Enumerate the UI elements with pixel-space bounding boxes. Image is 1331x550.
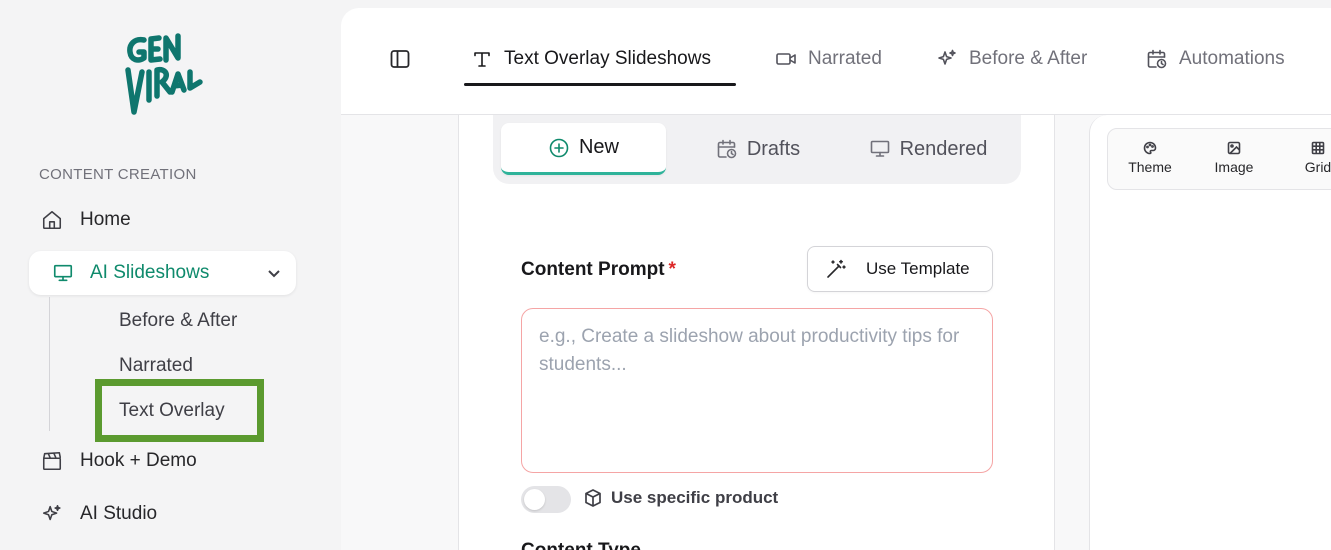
tab-narrated[interactable]: Narrated xyxy=(775,44,882,74)
content-prompt-label-text: Content Prompt xyxy=(521,259,665,280)
active-tab-underline xyxy=(464,83,736,86)
tool-grid[interactable]: Grid xyxy=(1288,141,1331,175)
preview-toolbar: Theme Image Grid xyxy=(1107,128,1331,190)
segment-new[interactable]: New xyxy=(501,123,666,175)
sparkles-icon xyxy=(936,48,958,70)
use-template-button[interactable]: Use Template xyxy=(807,246,993,292)
genviral-logo[interactable] xyxy=(124,30,204,120)
video-icon xyxy=(775,48,797,70)
tool-label: Grid xyxy=(1304,159,1331,175)
tab-automations[interactable]: Automations xyxy=(1146,44,1285,74)
segment-drafts[interactable]: Drafts xyxy=(693,123,823,175)
creation-mode-segmented-control: New Drafts Rendered xyxy=(493,115,1021,184)
sidebar-item-label: AI Slideshows xyxy=(90,262,210,283)
package-icon xyxy=(583,488,603,508)
text-icon xyxy=(471,48,493,70)
use-specific-product-toggle[interactable] xyxy=(521,486,571,513)
sidebar-subitem-narrated[interactable]: Narrated xyxy=(119,355,193,377)
home-icon xyxy=(40,208,64,232)
submenu-guide-line xyxy=(49,297,50,431)
use-template-label: Use Template xyxy=(866,259,970,278)
required-asterisk: * xyxy=(668,259,676,280)
sidebar-item-label: Hook + Demo xyxy=(80,450,197,471)
sidebar-item-home[interactable]: Home xyxy=(40,202,131,238)
content-prompt-label: Content Prompt * xyxy=(521,259,676,281)
tool-label: Theme xyxy=(1128,159,1172,175)
calendar-clock-icon xyxy=(716,138,738,160)
segment-label: Drafts xyxy=(746,137,801,160)
tab-before-after[interactable]: Before & After xyxy=(936,44,1087,74)
presentation-icon xyxy=(51,261,75,285)
tab-label: Text Overlay Slideshows xyxy=(504,48,711,69)
tool-theme[interactable]: Theme xyxy=(1120,141,1180,175)
magic-wand-icon xyxy=(825,258,847,280)
sidebar-item-label: Home xyxy=(80,209,131,230)
text-overlay-highlight-box xyxy=(95,379,264,442)
use-specific-product-label: Use specific product xyxy=(611,488,779,507)
content-prompt-textarea[interactable] xyxy=(521,308,993,473)
sparkles-icon xyxy=(40,502,64,526)
sidebar-item-ai-studio[interactable]: AI Studio xyxy=(40,496,157,532)
clapperboard-icon xyxy=(40,449,64,473)
top-tab-bar: Text Overlay Slideshows Narrated Before … xyxy=(341,8,1331,115)
sidebar-subitem-before-after[interactable]: Before & After xyxy=(119,310,237,332)
tool-image[interactable]: Image xyxy=(1204,141,1264,175)
sidebar-item-label: AI Studio xyxy=(80,503,158,524)
toggle-knob xyxy=(524,489,545,510)
sidebar-toggle-icon[interactable] xyxy=(389,48,411,70)
sidebar-item-ai-slideshows[interactable]: AI Slideshows xyxy=(29,251,296,295)
sidebar: CONTENT CREATION Home AI Slideshows Befo… xyxy=(0,0,341,550)
preview-panel: Theme Image Grid xyxy=(1089,115,1331,550)
main-content: New Drafts Rendered Content Prompt * Use… xyxy=(341,115,1331,550)
plus-circle-icon xyxy=(548,137,570,159)
app-root: CONTENT CREATION Home AI Slideshows Befo… xyxy=(0,0,1331,550)
tab-label: Before & After xyxy=(969,48,1088,69)
sidebar-item-hook-demo[interactable]: Hook + Demo xyxy=(40,443,197,479)
segment-label: New xyxy=(578,136,619,158)
image-icon xyxy=(1227,141,1241,155)
tool-label: Image xyxy=(1214,159,1254,175)
genviral-logo-mark xyxy=(125,33,203,115)
chevron-down-icon[interactable] xyxy=(264,263,284,283)
slideshow-form-card: New Drafts Rendered Content Prompt * Use… xyxy=(458,115,1055,550)
grid-icon xyxy=(1311,141,1325,155)
section-label-content-creation: CONTENT CREATION xyxy=(39,166,197,183)
palette-icon xyxy=(1143,141,1157,155)
content-type-label: Content Type xyxy=(521,540,641,550)
monitor-icon xyxy=(869,138,891,160)
calendar-clock-icon xyxy=(1146,48,1168,70)
segment-rendered[interactable]: Rendered xyxy=(848,123,1008,175)
tab-label: Automations xyxy=(1179,48,1285,69)
tab-text-overlay-slideshows[interactable]: Text Overlay Slideshows xyxy=(471,44,711,74)
segment-label: Rendered xyxy=(899,137,988,160)
tab-label: Narrated xyxy=(808,48,882,69)
